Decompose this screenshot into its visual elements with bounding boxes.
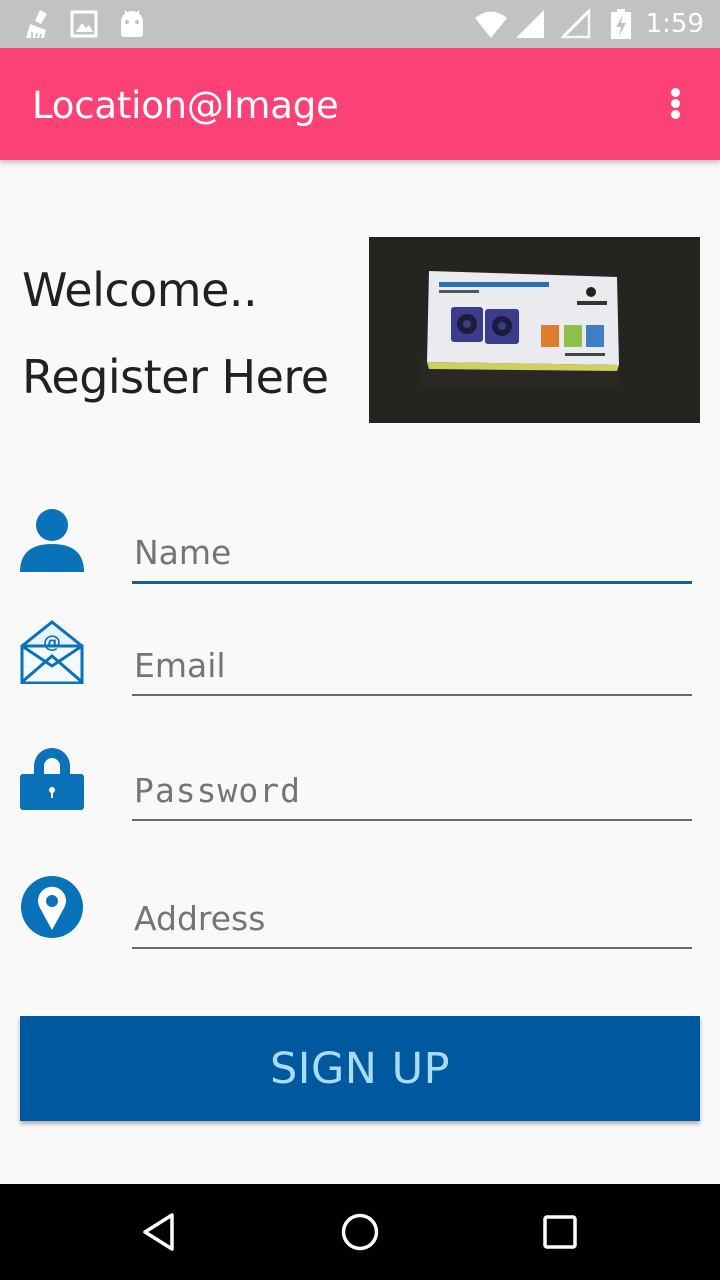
person-icon: [20, 509, 84, 572]
home-icon[interactable]: [338, 1210, 382, 1254]
status-time: 1:59: [645, 9, 704, 39]
image-icon: [70, 10, 98, 38]
password-input[interactable]: [132, 761, 692, 819]
password-field: [132, 761, 692, 821]
speaker-box-photo: [369, 237, 700, 423]
signal-icon: [516, 10, 544, 38]
cleaner-icon: [26, 10, 47, 39]
address-field: [132, 889, 692, 949]
wifi-icon: [475, 11, 507, 38]
back-icon[interactable]: [138, 1210, 182, 1254]
register-heading: Register Here: [22, 350, 329, 404]
recents-icon[interactable]: [538, 1210, 582, 1254]
android-icon: [121, 10, 143, 37]
name-input[interactable]: [132, 524, 692, 581]
name-field: [132, 524, 692, 584]
sign-up-button[interactable]: SIGN UP: [20, 1016, 700, 1121]
address-input[interactable]: [132, 889, 692, 947]
status-bar: 1:59: [0, 0, 720, 48]
email-field: [132, 636, 692, 696]
lock-icon: [20, 748, 84, 810]
navigation-bar: [0, 1184, 720, 1280]
product-image: [369, 237, 700, 423]
app-title: Location@Image: [32, 84, 339, 127]
email-input[interactable]: [132, 636, 692, 694]
location-pin-icon: [21, 876, 83, 938]
envelope-icon: @: [20, 620, 84, 684]
app-bar: Location@Image: [0, 48, 720, 160]
battery-charging-icon: [611, 9, 631, 39]
welcome-text: Welcome..: [22, 263, 258, 317]
signal-empty-icon: [560, 8, 591, 39]
svg-text:@: @: [43, 632, 61, 653]
overflow-menu-icon[interactable]: [660, 84, 690, 124]
